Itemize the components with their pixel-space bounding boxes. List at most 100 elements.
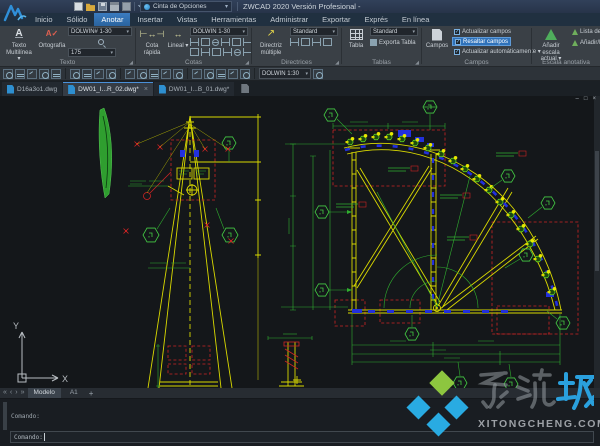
text-height-combo[interactable]: 175 <box>68 48 116 57</box>
doc-close-icon[interactable]: × <box>592 96 596 102</box>
scale-list-button[interactable]: Lista de escalas <box>572 27 600 36</box>
last-layout-icon[interactable]: » <box>21 388 25 398</box>
open-file-icon[interactable] <box>86 2 95 11</box>
tab-herramientas[interactable]: Herramientas <box>204 13 263 26</box>
mtext-button[interactable]: A Texto Multilínea ▾ <box>4 27 34 63</box>
toolbar-icon[interactable] <box>125 69 135 79</box>
toolbar-icon[interactable] <box>192 69 202 79</box>
new-drawing-tab-icon[interactable] <box>241 84 249 93</box>
dim-style-combo[interactable]: DOLWIN 1-30 <box>190 27 248 36</box>
tab-solido[interactable]: Sólido <box>60 13 95 26</box>
toolbar-icon[interactable] <box>161 69 171 79</box>
close-tab-icon[interactable]: × <box>144 86 148 93</box>
next-layout-icon[interactable]: › <box>15 388 17 398</box>
dialog-launcher-icon[interactable] <box>127 60 133 66</box>
dim-inspect-icon[interactable] <box>223 48 232 56</box>
dialog-launcher-icon[interactable] <box>413 60 419 66</box>
find-text-row[interactable] <box>98 39 104 45</box>
toolbar-icon[interactable] <box>240 69 250 79</box>
layout-a1-tab[interactable]: A1 <box>64 388 84 398</box>
toolbar-icon[interactable] <box>216 69 226 79</box>
mleader-button[interactable]: ↗ Directriz múltiple <box>254 27 288 56</box>
add-delete-scales-button[interactable]: Añadir/Eliminar escalas <box>572 38 600 47</box>
toolbar-icon[interactable] <box>137 69 147 79</box>
dim-tolerance-icon[interactable] <box>234 49 241 56</box>
mleader-remove-icon[interactable] <box>301 38 310 46</box>
table-button[interactable]: Tabla <box>344 27 368 50</box>
model-space-canvas[interactable]: – □ × <box>0 96 600 388</box>
update-fields-checkbox[interactable]: Actualizar campos <box>452 27 513 36</box>
divider <box>187 68 188 79</box>
tab-exportar[interactable]: Exportar <box>315 13 357 26</box>
mleader-style-combo[interactable]: Standard <box>290 27 338 36</box>
toolbar-icon[interactable] <box>94 69 104 79</box>
tab-administrar[interactable]: Administrar <box>263 13 315 26</box>
dim-baseline-icon[interactable] <box>221 38 230 46</box>
quick-dimension-button[interactable]: ⊢↔⊣ Cota rápida <box>138 27 166 56</box>
workspace-icon <box>144 4 150 10</box>
divider <box>65 68 66 79</box>
toolbar-dim-style-combo[interactable]: DOLWIN 1:30 <box>259 68 311 79</box>
text-style-combo[interactable]: DOLWIN# 1-30 <box>68 27 132 36</box>
mleader-add-icon[interactable] <box>290 38 299 46</box>
toolbar-icon[interactable] <box>106 69 116 79</box>
dim-center-icon[interactable] <box>212 48 221 56</box>
divider <box>134 2 135 11</box>
command-panel-grip[interactable] <box>3 402 7 430</box>
cad-drawing[interactable]: X Y <box>0 96 600 388</box>
doc-minimize-icon[interactable]: – <box>576 96 579 102</box>
toolbar-icon[interactable] <box>51 69 61 79</box>
export-table-button[interactable]: Exporta Tabla <box>370 38 416 47</box>
tab-insertar[interactable]: Insertar <box>130 13 169 26</box>
dim-jogged-icon[interactable] <box>201 48 210 56</box>
drawing-tab-3[interactable]: DW01_I...B_01.dwg* <box>154 82 234 96</box>
plot-preview-icon[interactable] <box>122 2 131 11</box>
toolbar-icon[interactable] <box>149 69 159 79</box>
print-icon[interactable] <box>110 2 119 11</box>
toolbar-icon[interactable] <box>173 69 183 79</box>
command-input[interactable]: Comando: <box>10 431 594 443</box>
tab-anotar[interactable]: Anotar <box>94 13 130 26</box>
add-layout-icon[interactable]: + <box>89 389 94 398</box>
spell-check-button[interactable]: A✓ Ortografía <box>36 27 68 50</box>
new-file-icon[interactable] <box>74 2 83 11</box>
dialog-launcher-icon[interactable] <box>243 60 249 66</box>
doc-restore-icon[interactable]: □ <box>584 96 588 102</box>
canvas-scrollbar[interactable] <box>594 96 600 388</box>
toolbar-icon[interactable] <box>204 69 214 79</box>
toolbar-icon[interactable] <box>228 69 238 79</box>
save-icon[interactable] <box>98 2 107 11</box>
toolbar-icon[interactable] <box>39 69 49 79</box>
toolbar-icon[interactable] <box>70 69 80 79</box>
drawing-tab-2-active[interactable]: DW01_I...R_02.dwg* × <box>63 82 153 96</box>
dim-ordinate-icon[interactable] <box>190 48 199 56</box>
dialog-launcher-icon[interactable] <box>333 60 339 66</box>
dim-aligned-icon[interactable] <box>190 38 199 46</box>
linear-dimension-button[interactable]: ↔ Lineal ▾ <box>167 27 189 50</box>
toolbar-icon[interactable] <box>15 69 25 79</box>
tab-expres[interactable]: Exprés <box>358 13 395 26</box>
mleader-align-icon[interactable] <box>312 38 321 46</box>
auto-update-checkbox[interactable]: Actualizar automáticamente ▾ <box>452 47 543 56</box>
dim-continue-icon[interactable] <box>232 38 241 46</box>
toolbar-icon[interactable] <box>3 69 13 79</box>
prev-layout-icon[interactable]: ‹ <box>10 388 12 398</box>
workspace-combo[interactable]: Cinta de Opciones <box>140 1 232 12</box>
dim-angular-icon[interactable] <box>201 38 210 46</box>
drawing-tab-1[interactable]: D16a3o1.dwg <box>2 82 62 96</box>
tab-vistas[interactable]: Vistas <box>170 13 204 26</box>
dim-radius-icon[interactable] <box>212 39 219 46</box>
toolbar-icon[interactable] <box>27 69 37 79</box>
toolbar-icon[interactable] <box>82 69 92 79</box>
tab-en-linea[interactable]: En línea <box>395 13 437 26</box>
field-button[interactable]: Campos <box>424 27 450 50</box>
table-style-combo[interactable]: Standard <box>370 27 418 36</box>
mleader-collect-icon[interactable] <box>323 38 332 46</box>
add-current-scale-button[interactable]: Añadir escala actual ▾ <box>534 27 568 63</box>
model-tab[interactable]: Modelo <box>28 388 61 398</box>
toolbar-icon[interactable] <box>313 69 323 79</box>
first-layout-icon[interactable]: « <box>3 388 7 398</box>
highlight-fields-checkbox[interactable]: Resaltar campos <box>452 37 511 46</box>
tab-inicio[interactable]: Inicio <box>28 13 60 26</box>
scrollbar-thumb[interactable] <box>595 151 599 271</box>
